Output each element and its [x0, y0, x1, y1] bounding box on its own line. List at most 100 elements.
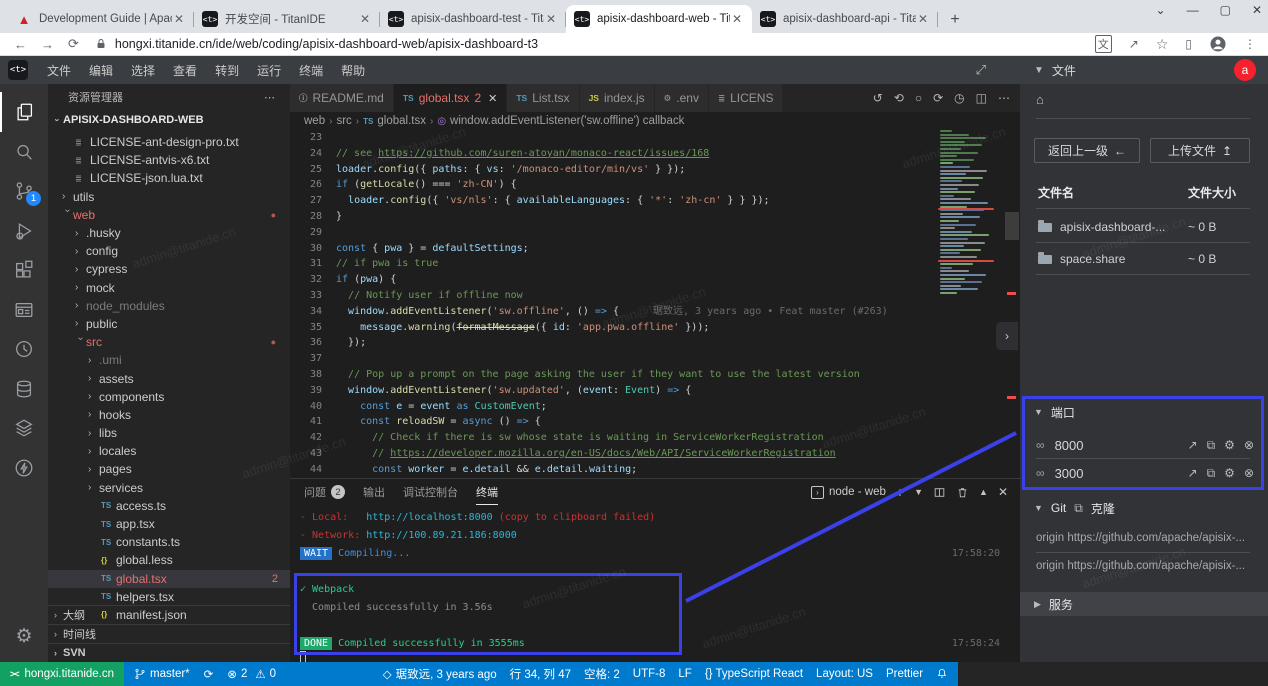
tree-item-config[interactable]: ›config	[48, 242, 290, 260]
port-row-3000[interactable]: ∞3000↗⧉⚙⊗	[1020, 460, 1268, 486]
breadcrumb[interactable]: web›src›TSglobal.tsx›◎window.addEventLis…	[290, 112, 1020, 130]
share-icon[interactable]: ↗	[1129, 37, 1139, 51]
file-row-name[interactable]: apisix-dashboard-...	[1038, 220, 1165, 234]
minimap[interactable]	[938, 130, 994, 478]
split-terminal-icon[interactable]	[933, 486, 946, 499]
code-editor[interactable]: 2324// see https://github.com/suren-atoy…	[290, 130, 936, 478]
open-external-icon[interactable]: ↗	[1188, 438, 1198, 453]
menu-查看[interactable]: 查看	[164, 56, 206, 84]
formatter[interactable]: Prettier	[886, 668, 923, 680]
editor-action-icon-0[interactable]: ↺	[873, 91, 883, 105]
project-root-row[interactable]: › APISIX-DASHBOARD-WEB	[48, 110, 290, 130]
editor-action-icon-4[interactable]: ◷	[954, 91, 964, 105]
search-icon[interactable]	[0, 132, 48, 172]
file-row-name[interactable]: space.share	[1038, 252, 1125, 266]
editor-action-icon-3[interactable]: ⟳	[933, 91, 943, 105]
tree-item-global.less[interactable]: {}global.less	[48, 551, 290, 569]
history-clock-icon[interactable]	[0, 329, 48, 369]
terminal-dropdown-icon[interactable]: ▼	[914, 487, 923, 497]
files-icon[interactable]	[0, 92, 48, 132]
menu-转到[interactable]: 转到	[206, 56, 248, 84]
menu-终端[interactable]: 终端	[290, 56, 332, 84]
user-badge[interactable]: a	[1234, 59, 1256, 81]
tree-item-.umi[interactable]: ›.umi	[48, 351, 290, 369]
indent-setting[interactable]: 空格: 2	[584, 666, 620, 682]
kill-terminal-trash-icon[interactable]	[956, 486, 969, 499]
ports-section-header[interactable]: ▼ 端口	[1020, 400, 1268, 424]
reload-icon[interactable]: ⟳	[68, 36, 79, 52]
git-clone-label[interactable]: 克隆	[1091, 500, 1115, 517]
tab-close-icon[interactable]: ✕	[172, 12, 186, 26]
menu-编辑[interactable]: 编辑	[80, 56, 122, 84]
browser-tab[interactable]: <t>apisix-dashboard-test - TitanI✕	[380, 5, 566, 33]
browser-tab[interactable]: <t>apisix-dashboard-web - TitanI✕	[566, 5, 752, 33]
tree-item-global.tsx[interactable]: TSglobal.tsx2	[48, 570, 290, 588]
source-control-icon[interactable]: 1	[0, 171, 48, 211]
breadcrumb-item[interactable]: web	[304, 115, 325, 127]
encoding[interactable]: UTF-8	[633, 668, 666, 680]
window-menu-icon[interactable]: ⌄	[1156, 3, 1166, 17]
close-port-icon[interactable]: ⊗	[1244, 466, 1254, 481]
tab-close-icon[interactable]: ✕	[358, 12, 372, 26]
menu-运行[interactable]: 运行	[248, 56, 290, 84]
fullscreen-icon[interactable]: ⤢	[976, 62, 986, 78]
tree-item-pages[interactable]: ›pages	[48, 460, 290, 478]
tree-item-mock[interactable]: ›mock	[48, 279, 290, 297]
tree-item-web[interactable]: ›web●	[48, 206, 290, 224]
home-icon[interactable]: ⌂	[1036, 92, 1044, 107]
problems-indicator[interactable]: ⊗2 ⚠0	[227, 667, 276, 681]
close-panel-icon[interactable]: ✕	[998, 485, 1008, 499]
browser-tab[interactable]: <t>apisix-dashboard-api - TitanID✕	[752, 5, 938, 33]
menu-选择[interactable]: 选择	[122, 56, 164, 84]
tree-item-helpers.tsx[interactable]: TShelpers.tsx	[48, 588, 290, 606]
tree-item-components[interactable]: ›components	[48, 388, 290, 406]
tab-close-icon[interactable]: ✕	[730, 12, 744, 26]
browser-tab[interactable]: <t>开发空间 - TitanIDE✕	[194, 5, 380, 33]
upload-file-button[interactable]: 上传文件↥	[1150, 138, 1250, 163]
editor-tab-.env[interactable]: ⚙.env	[655, 84, 709, 112]
sidebar-section-时间线[interactable]: ›时间线	[48, 624, 290, 643]
editor-tab-index.js[interactable]: JSindex.js	[580, 84, 655, 112]
editor-tab-README.md[interactable]: ⓘREADME.md	[290, 84, 394, 112]
tree-item-public[interactable]: ›public	[48, 315, 290, 333]
tree-item-.husky[interactable]: ›.husky	[48, 224, 290, 242]
sidebar-section-大纲[interactable]: ›大纲	[48, 605, 290, 624]
tree-item-constants.ts[interactable]: TSconstants.ts	[48, 533, 290, 551]
window-minimize-icon[interactable]: —	[1187, 3, 1199, 17]
editor-action-icon-2[interactable]: ○	[915, 91, 922, 105]
new-tab-button[interactable]: +	[942, 7, 968, 33]
right-panel-header[interactable]: ▼ 文件 a	[1020, 56, 1268, 84]
tree-item-LICENSE-ant-design-pro.txt[interactable]: ≣LICENSE-ant-design-pro.txt	[48, 133, 290, 151]
git-clone-icon[interactable]: ⧉	[1074, 501, 1083, 516]
port-settings-gear-icon[interactable]: ⚙	[1224, 438, 1235, 453]
terminal-tab-输出[interactable]: 输出	[363, 479, 385, 505]
window-maximize-icon[interactable]: ▢	[1220, 3, 1231, 17]
keyboard-layout[interactable]: Layout: US	[816, 668, 873, 680]
tree-item-utils[interactable]: ›utils	[48, 188, 290, 206]
settings-gear-icon[interactable]: ⚙	[0, 625, 48, 648]
editor-action-icon-1[interactable]: ⟲	[894, 91, 904, 105]
services-section-header[interactable]: ▶ 服务	[1020, 592, 1268, 616]
remote-indicator[interactable]: >< hongxi.titanide.cn	[0, 662, 124, 686]
tree-item-access.ts[interactable]: TSaccess.ts	[48, 497, 290, 515]
editor-action-icon-5[interactable]: ◫	[976, 91, 987, 105]
tree-item-services[interactable]: ›services	[48, 479, 290, 497]
lightning-icon[interactable]	[0, 448, 48, 488]
git-branch-indicator[interactable]: master*	[134, 668, 190, 680]
tab-close-icon[interactable]: ✕	[488, 92, 497, 105]
tree-item-src[interactable]: ›src●	[48, 333, 290, 351]
copy-icon[interactable]: ⧉	[1207, 438, 1216, 453]
eol[interactable]: LF	[678, 668, 691, 680]
go-up-button[interactable]: 返回上一级←	[1034, 138, 1140, 163]
browser-menu-icon[interactable]: ⋮	[1244, 37, 1256, 51]
breadcrumb-item[interactable]: global.tsx	[377, 115, 426, 127]
translate-icon[interactable]: 文	[1095, 35, 1112, 53]
tree-item-assets[interactable]: ›assets	[48, 369, 290, 387]
tab-close-icon[interactable]: ✕	[916, 12, 930, 26]
remote-window-icon[interactable]	[0, 290, 48, 330]
open-external-icon[interactable]: ↗	[1188, 466, 1198, 481]
tree-item-libs[interactable]: ›libs	[48, 424, 290, 442]
panel-expand-button[interactable]: ›	[996, 322, 1018, 350]
editor-action-icon-6[interactable]: ⋯	[998, 91, 1010, 105]
explorer-more-icon[interactable]: ⋯	[264, 91, 276, 104]
